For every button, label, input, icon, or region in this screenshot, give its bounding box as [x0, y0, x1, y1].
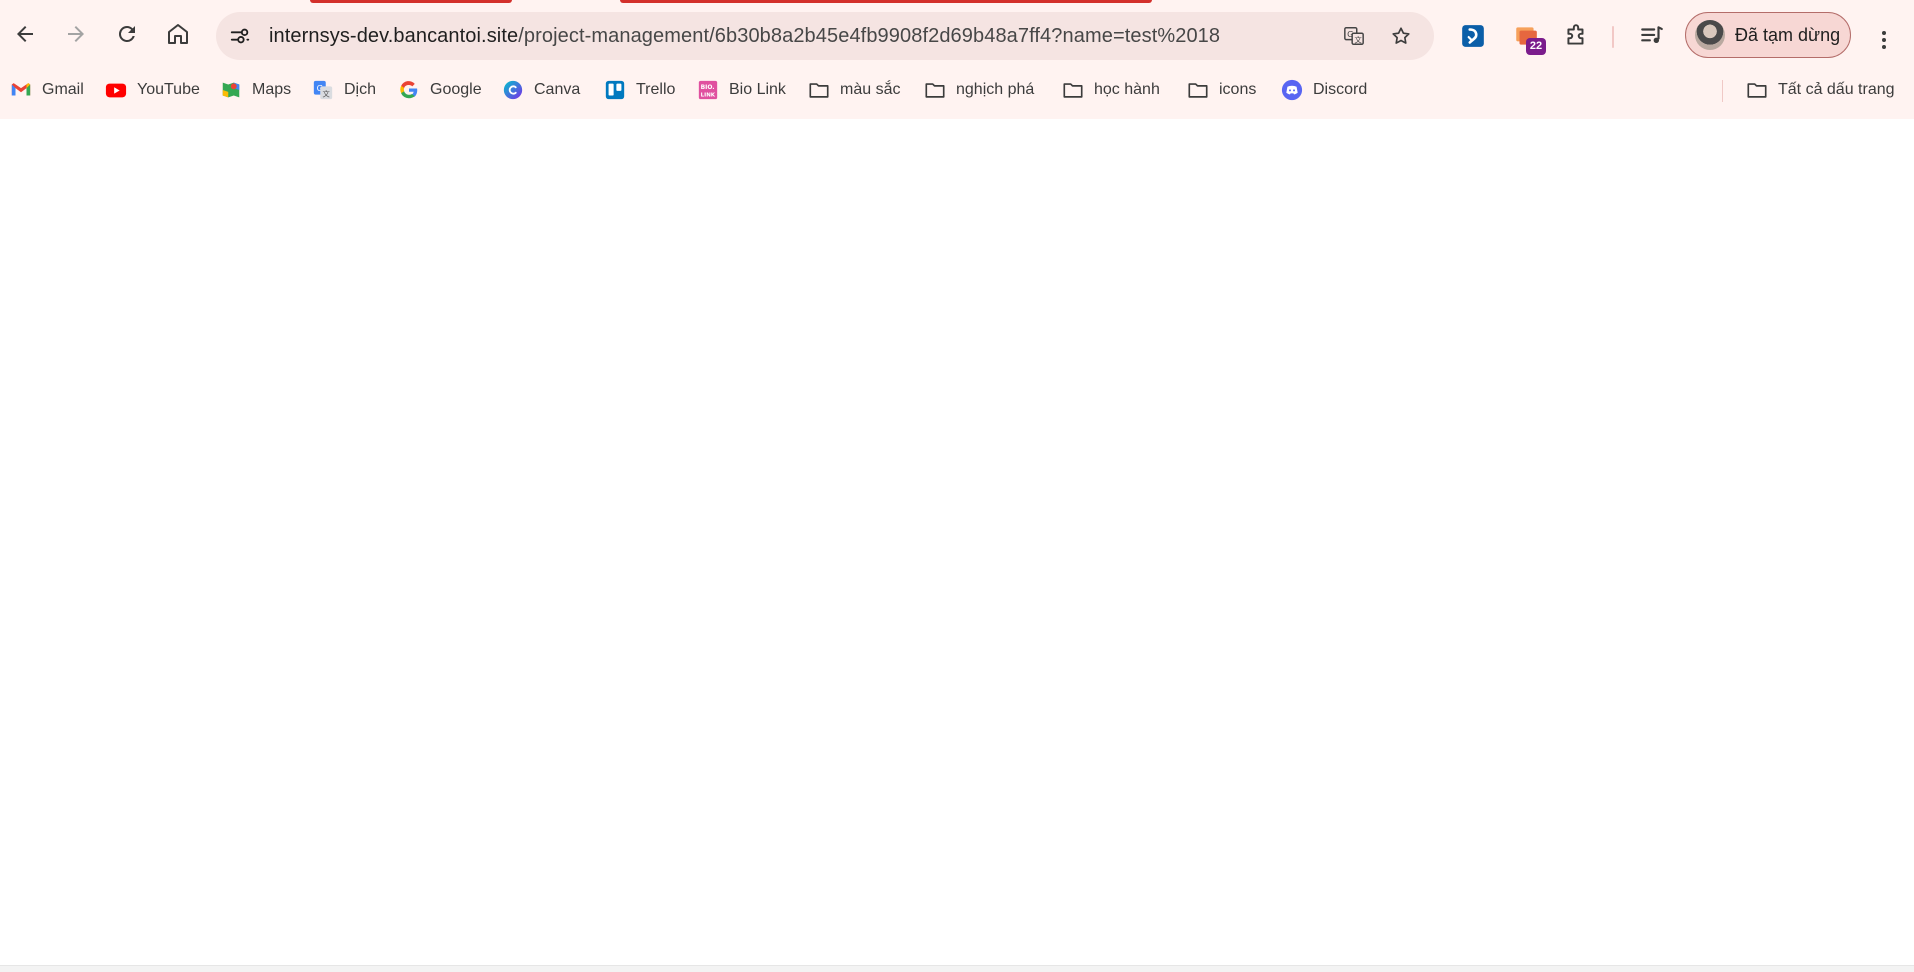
discord-icon — [1281, 79, 1303, 101]
more-menu-button[interactable] — [1864, 20, 1904, 60]
reload-icon — [118, 25, 135, 42]
folder-icon — [924, 79, 946, 101]
back-icon — [17, 26, 33, 42]
bookmark-label: Bio Link — [729, 81, 786, 98]
maps-icon — [220, 79, 242, 101]
svg-text:BIO.: BIO. — [701, 84, 715, 91]
bookmark-google[interactable]: Google — [398, 72, 482, 108]
folder-icon — [808, 79, 830, 101]
svg-text:文: 文 — [323, 89, 331, 98]
site-settings-button[interactable] — [224, 20, 256, 52]
profile-status-label: Đã tạm dừng — [1735, 25, 1841, 45]
home-button[interactable] — [158, 14, 198, 54]
url-path: /project-management/6b30b8a2b45e4fb9908f… — [518, 25, 1221, 47]
bookmark-label: icons — [1219, 81, 1257, 98]
bookmarks-bar: Gmail YouTube Maps G文 Dịch Google Canva … — [0, 72, 1914, 108]
translate-icon: G文 — [312, 79, 334, 101]
svg-text:文: 文 — [1354, 35, 1362, 44]
tab-indicator — [620, 0, 1152, 3]
toolbar-divider — [1612, 26, 1614, 48]
more-menu-icon — [1882, 31, 1886, 49]
bookmark-gmail[interactable]: Gmail — [10, 72, 84, 108]
biolink-icon: BIO. LINK — [697, 79, 719, 101]
address-bar[interactable]: internsys-dev.bancantoi.site/project-man… — [216, 12, 1434, 60]
bookmark-discord[interactable]: Discord — [1281, 72, 1367, 108]
tab-indicator — [310, 0, 512, 3]
bookmark-youtube[interactable]: YouTube — [105, 72, 200, 108]
gmail-icon — [10, 79, 32, 101]
avatar — [1695, 20, 1725, 50]
bookmark-label: nghịch phá — [956, 81, 1035, 98]
forward-icon — [68, 26, 84, 42]
folder-icon — [1062, 79, 1084, 101]
forward-button[interactable] — [56, 14, 96, 54]
all-bookmarks-label: Tất cả dấu trang — [1778, 81, 1895, 98]
bookmark-label: Google — [430, 81, 482, 98]
back-button[interactable] — [5, 14, 45, 54]
toolbar: internsys-dev.bancantoi.site/project-man… — [0, 8, 1914, 66]
bookmark-label: Discord — [1313, 81, 1368, 98]
bookmark-folder-mau-sac[interactable]: màu sắc — [808, 72, 900, 108]
youtube-icon — [105, 79, 127, 101]
url-host: internsys-dev.bancantoi.site — [269, 25, 519, 47]
bookmark-folder-nghich-pha[interactable]: nghịch phá — [924, 72, 1034, 108]
media-control-icon — [1641, 26, 1663, 44]
bookmark-star-icon — [1392, 27, 1410, 44]
tab-manager-extension-button[interactable]: 22 — [1508, 18, 1546, 55]
all-bookmarks-button[interactable]: Tất cả dấu trang — [1746, 72, 1895, 108]
reload-button[interactable] — [107, 14, 147, 54]
bookmark-label: Trello — [636, 81, 676, 98]
folder-icon — [1187, 79, 1209, 101]
translate-button[interactable]: G 文 — [1338, 20, 1370, 52]
browser-chrome: internsys-dev.bancantoi.site/project-man… — [0, 0, 1914, 119]
url-text[interactable]: internsys-dev.bancantoi.site/project-man… — [269, 12, 1220, 60]
bookmark-folder-icons[interactable]: icons — [1187, 72, 1256, 108]
media-control-button[interactable] — [1634, 18, 1670, 54]
svg-text:LINK: LINK — [701, 92, 716, 98]
canva-icon — [502, 79, 524, 101]
bookmark-label: Gmail — [42, 81, 84, 98]
bookmarks-divider — [1722, 80, 1723, 102]
extension-badge: 22 — [1526, 38, 1546, 55]
bookmark-biolink[interactable]: BIO. LINK Bio Link — [697, 72, 786, 108]
extension-button[interactable] — [1455, 18, 1491, 54]
bookmark-label: Maps — [252, 81, 292, 98]
home-icon — [168, 24, 188, 44]
google-icon — [398, 79, 420, 101]
bookmark-label: YouTube — [137, 81, 200, 98]
bookmark-star-button[interactable] — [1385, 20, 1417, 52]
extensions-button[interactable] — [1558, 18, 1594, 54]
bookmark-folder-hoc-hanh[interactable]: học hành — [1062, 72, 1160, 108]
page-content — [0, 119, 1914, 965]
profile-button[interactable]: Đã tạm dừng — [1685, 12, 1851, 58]
site-settings-icon — [230, 28, 250, 44]
bookmark-label: màu sắc — [840, 81, 901, 98]
extension-icon — [1462, 25, 1484, 47]
translate-icon: G 文 — [1344, 27, 1364, 45]
bookmark-label: Dịch — [344, 81, 377, 98]
trello-icon — [604, 79, 626, 101]
bookmark-label: học hành — [1094, 81, 1160, 98]
bookmark-trello[interactable]: Trello — [604, 72, 675, 108]
bookmark-maps[interactable]: Maps — [220, 72, 291, 108]
bookmark-canva[interactable]: Canva — [502, 72, 580, 108]
bookmark-translate[interactable]: G文 Dịch — [312, 72, 376, 108]
folder-icon — [1746, 79, 1768, 101]
extensions-puzzle-icon — [1567, 24, 1584, 45]
bookmark-label: Canva — [534, 81, 581, 98]
